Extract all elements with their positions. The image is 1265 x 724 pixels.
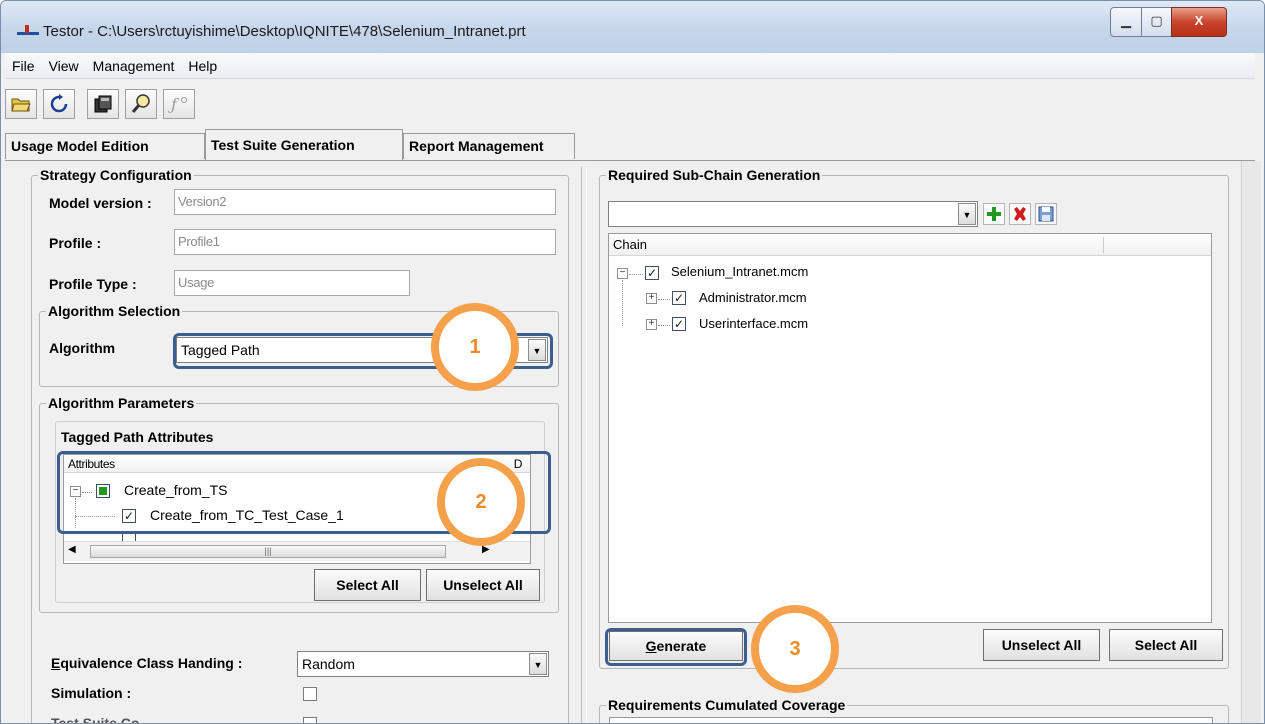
database-icon bbox=[94, 95, 112, 113]
collapse-icon[interactable]: − bbox=[617, 268, 628, 279]
horizontal-scrollbar[interactable]: ◀ ||| ▶ bbox=[64, 541, 530, 561]
tab-usage-model-edition[interactable]: Usage Model Edition bbox=[5, 133, 205, 159]
select-all-chain-button[interactable]: Select All bbox=[1109, 629, 1223, 661]
chain-item-selenium-intranet: Selenium_Intranet.mcm bbox=[671, 264, 809, 279]
coverage-table bbox=[609, 717, 1213, 723]
menu-bar: File View Management Help bbox=[5, 53, 1255, 79]
unselect-all-attributes-button[interactable]: Unselect All bbox=[426, 569, 540, 601]
chain-header-text: Chain bbox=[613, 237, 647, 252]
equivalence-class-label: Equivalence Class Handing : bbox=[51, 655, 243, 671]
svg-text:ƒ: ƒ bbox=[168, 95, 180, 114]
menu-view[interactable]: View bbox=[42, 53, 86, 79]
test-suite-coverage-label: Test Suite Co bbox=[51, 715, 140, 724]
save-chain-button[interactable] bbox=[1035, 203, 1057, 225]
coverage-legend: Requirements Cumulated Coverage bbox=[606, 697, 848, 713]
checkbox-checked-icon[interactable]: ✓ bbox=[672, 291, 686, 305]
algorithm-label: Algorithm bbox=[49, 340, 116, 356]
plus-icon bbox=[987, 207, 1001, 221]
algorithm-parameters-legend: Algorithm Parameters bbox=[46, 395, 197, 411]
callout-3: 3 bbox=[751, 605, 839, 693]
scroll-left-icon[interactable]: ◀ bbox=[68, 544, 76, 555]
chain-column-header: Chain bbox=[609, 234, 1211, 256]
menu-help[interactable]: Help bbox=[181, 53, 224, 79]
callout-1: 1 bbox=[431, 303, 519, 391]
checkbox-checked-icon[interactable]: ✓ bbox=[672, 317, 686, 331]
select-all-attributes-button[interactable]: Select All bbox=[314, 569, 421, 601]
maximize-button[interactable]: ▢ bbox=[1141, 7, 1172, 37]
open-folder-button[interactable] bbox=[5, 89, 37, 119]
subchain-legend: Required Sub-Chain Generation bbox=[606, 167, 823, 183]
splitter[interactable] bbox=[581, 167, 587, 723]
profile-field[interactable]: Profile1 bbox=[174, 229, 556, 255]
app-window: Testor - C:\Users\rctuyishime\Desktop\IQ… bbox=[0, 0, 1265, 724]
dropdown-arrow-icon[interactable]: ▼ bbox=[958, 203, 976, 225]
model-version-label: Model version : bbox=[49, 195, 152, 211]
subchain-select[interactable]: ▼ bbox=[608, 201, 978, 227]
model-version-field[interactable]: Version2 bbox=[174, 189, 556, 215]
database-button[interactable] bbox=[87, 89, 119, 119]
simulation-label: Simulation : bbox=[51, 685, 132, 701]
chain-tree[interactable]: Chain − ✓ Selenium_Intranet.mcm + ✓ Admi… bbox=[608, 233, 1212, 623]
expand-icon[interactable]: + bbox=[646, 319, 657, 330]
tree-connector bbox=[629, 274, 643, 275]
refresh-button[interactable] bbox=[43, 89, 75, 119]
magnifier-icon bbox=[131, 94, 150, 113]
delete-icon bbox=[1014, 207, 1026, 221]
equivalence-class-value: Random bbox=[302, 656, 355, 672]
function-button[interactable]: ƒ bbox=[163, 89, 195, 119]
open-icon bbox=[11, 98, 31, 112]
tree-connector bbox=[622, 280, 623, 326]
menu-management[interactable]: Management bbox=[86, 53, 182, 79]
tab-report-management[interactable]: Report Management bbox=[403, 133, 575, 159]
menu-file[interactable]: File bbox=[5, 53, 42, 79]
vertical-scrollbar[interactable] bbox=[1241, 161, 1261, 723]
function-icon: ƒ bbox=[168, 95, 187, 114]
coverage-checkbox[interactable] bbox=[303, 717, 317, 723]
simulation-checkbox[interactable] bbox=[303, 687, 317, 701]
strategy-configuration-legend: Strategy Configuration bbox=[38, 167, 194, 183]
close-button[interactable]: X bbox=[1171, 7, 1227, 37]
tree-connector bbox=[658, 325, 670, 326]
magnifier-button[interactable] bbox=[125, 89, 157, 119]
tagged-path-attributes-title: Tagged Path Attributes bbox=[61, 429, 214, 445]
callout-2: 2 bbox=[437, 458, 525, 546]
profile-type-field[interactable]: Usage bbox=[174, 270, 410, 296]
profile-type-label: Profile Type : bbox=[49, 276, 137, 292]
equivalence-class-select[interactable]: Random ▼ bbox=[297, 651, 549, 677]
unselect-all-chain-button[interactable]: Unselect All bbox=[983, 629, 1100, 661]
window-title: Testor - C:\Users\rctuyishime\Desktop\IQ… bbox=[43, 23, 526, 40]
app-logo-icon bbox=[17, 25, 39, 35]
save-icon bbox=[1038, 206, 1054, 222]
toolbar: ƒ bbox=[5, 81, 1255, 125]
minimize-button[interactable]: ▁ bbox=[1110, 7, 1142, 37]
checkbox-checked-icon[interactable]: ✓ bbox=[645, 266, 659, 280]
highlight-box-generate bbox=[605, 628, 747, 666]
dropdown-arrow-icon[interactable]: ▼ bbox=[529, 653, 547, 675]
column-divider bbox=[1103, 237, 1104, 253]
chain-item-userinterface: Userinterface.mcm bbox=[699, 316, 809, 331]
algorithm-selection-legend: Algorithm Selection bbox=[46, 303, 183, 319]
expand-icon[interactable]: + bbox=[646, 293, 657, 304]
add-chain-button[interactable] bbox=[983, 203, 1005, 225]
equivalence-class-text: quivalence Class Handing : bbox=[60, 655, 243, 671]
checkbox-partial-icon bbox=[122, 533, 136, 541]
scroll-thumb[interactable]: ||| bbox=[90, 545, 446, 558]
title-bar: Testor - C:\Users\rctuyishime\Desktop\IQ… bbox=[1, 1, 1264, 53]
refresh-icon bbox=[50, 94, 68, 113]
delete-chain-button[interactable] bbox=[1009, 203, 1031, 225]
tree-connector bbox=[658, 299, 670, 300]
chain-item-administrator: Administrator.mcm bbox=[699, 290, 807, 305]
profile-label: Profile : bbox=[49, 235, 102, 251]
tab-strip-border bbox=[5, 160, 1255, 161]
tab-test-suite-generation[interactable]: Test Suite Generation bbox=[205, 129, 403, 160]
